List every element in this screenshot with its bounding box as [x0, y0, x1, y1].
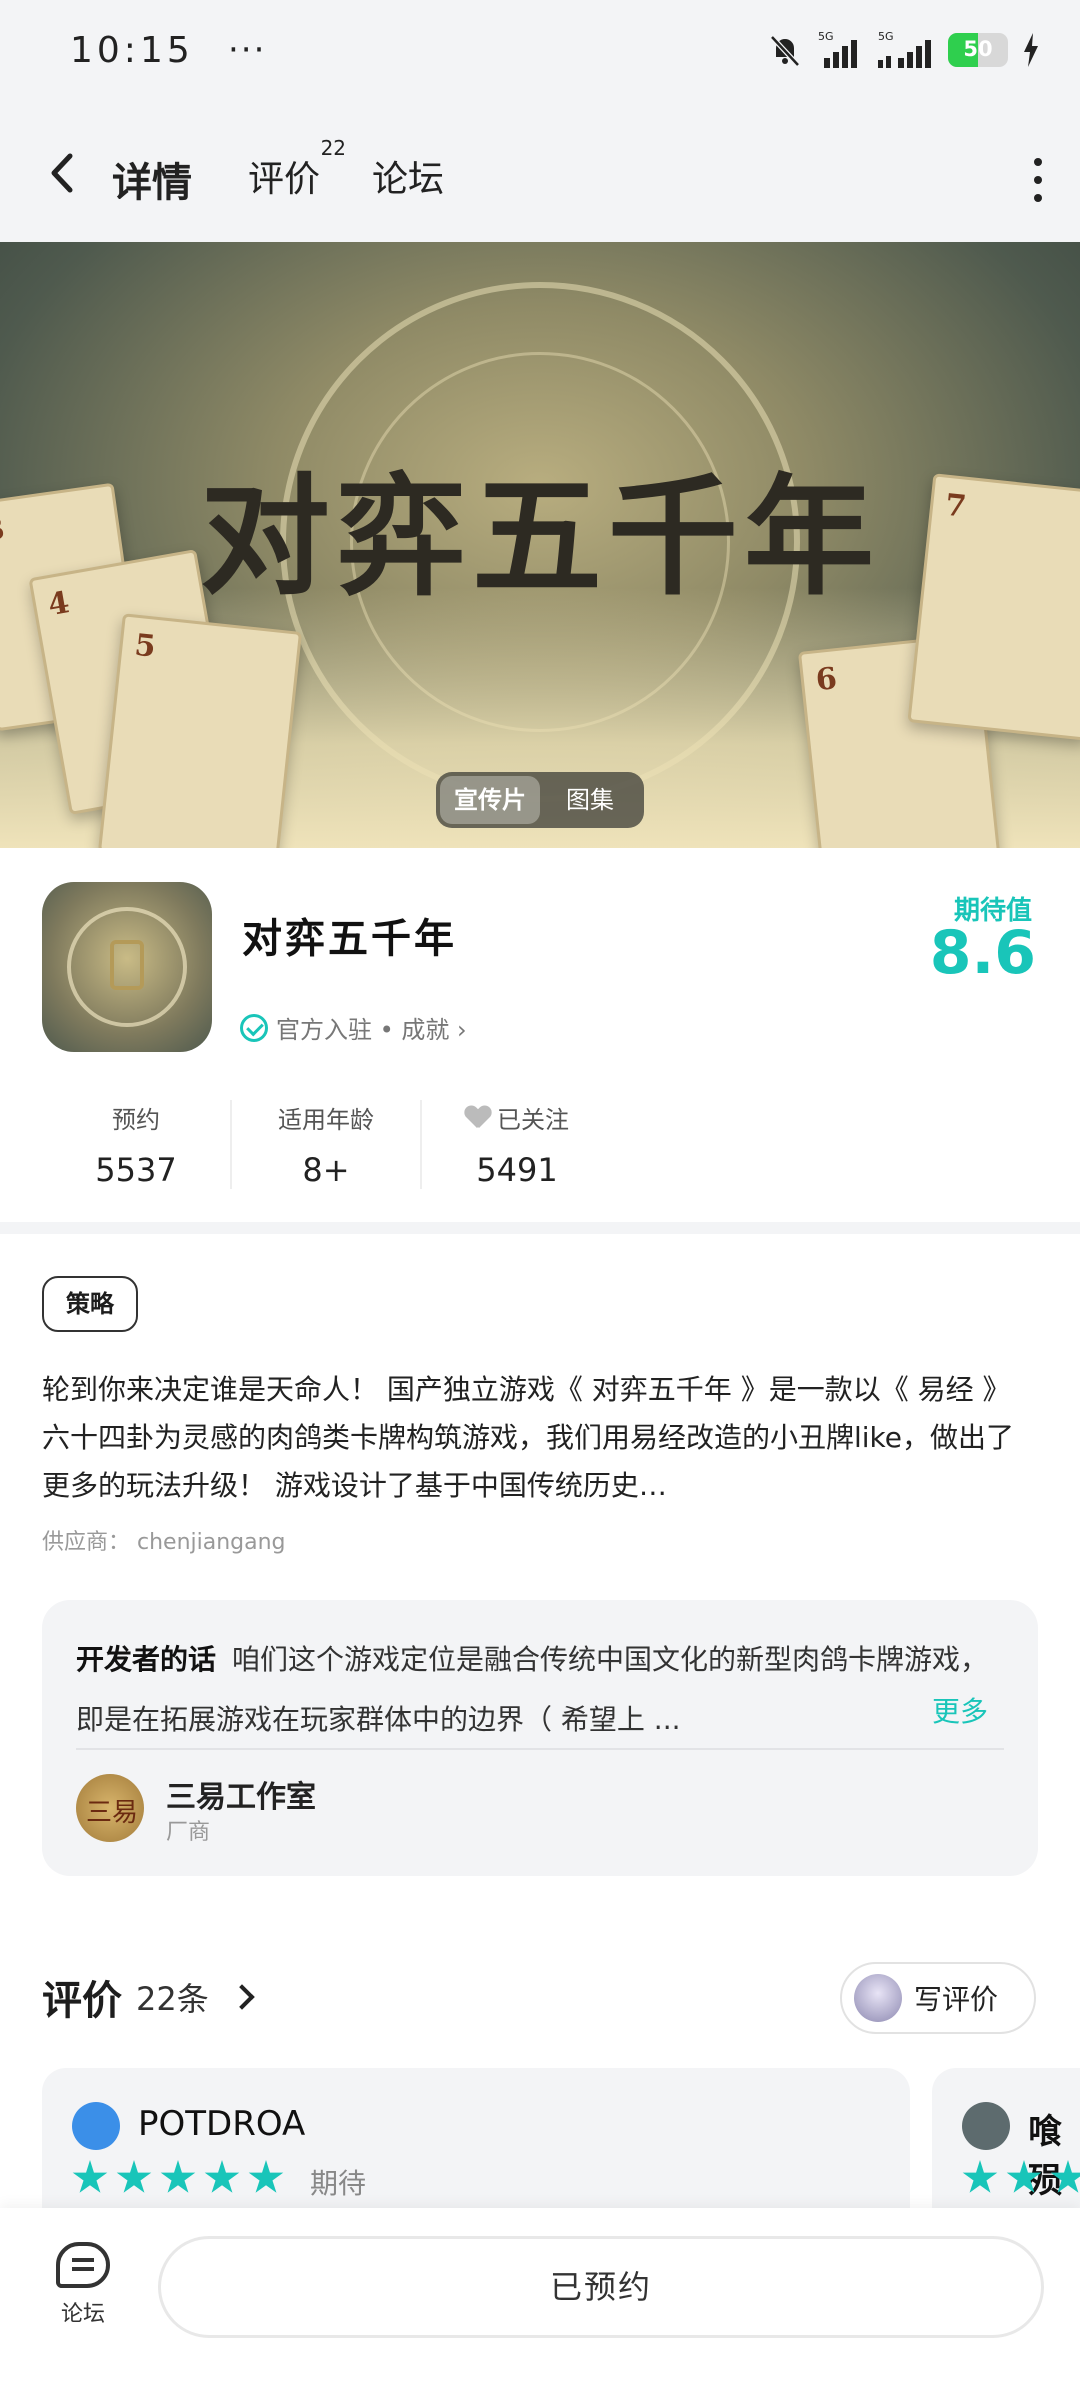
reserved-button[interactable]: 已预约 [158, 2236, 1044, 2338]
tab-details-label: 详情 [112, 160, 192, 206]
stat-value: 5491 [476, 1151, 558, 1189]
stat-label: 适用年龄 [278, 1106, 374, 1134]
game-icon [42, 882, 212, 1052]
game-description[interactable]: 轮到你来决定谁是天命人！ 国产独立游戏《 对弈五千年 》是一款以《 易经 》六十… [42, 1366, 1032, 1510]
game-stats: 预约 5537 适用年龄 8+ 已关注 5491 [42, 1100, 612, 1189]
stat-value: 8+ [302, 1151, 350, 1189]
developer-note-text: 开发者的话 咱们这个游戏定位是融合传统中国文化的新型肉鸽卡牌游戏，即是在拓展游戏在… [76, 1630, 1002, 1750]
heart-icon [465, 1106, 491, 1130]
studio-avatar[interactable]: 三易 [76, 1774, 144, 1842]
bottom-bar: 论坛 已预约 [0, 2208, 1080, 2401]
write-review-label: 写评价 [914, 1983, 999, 2016]
star-icon [248, 2160, 284, 2193]
stat-reservations: 预约 5537 [42, 1100, 232, 1189]
divider [76, 1748, 1004, 1750]
genre-tag[interactable]: 策略 [42, 1276, 138, 1332]
forum-label: 论坛 [60, 2302, 105, 2327]
review-status: 期待 [310, 2167, 367, 2200]
developer-note[interactable]: 开发者的话 咱们这个游戏定位是融合传统中国文化的新型肉鸽卡牌游戏，即是在拓展游戏在… [42, 1600, 1038, 1876]
star-icon [116, 2160, 152, 2193]
user-avatar [854, 1974, 902, 2022]
tab-details[interactable]: 详情 [106, 150, 198, 212]
rating-stars [962, 2160, 1080, 2196]
tab-reviews-label: 评价 [248, 159, 321, 200]
vendor-info: 供应商： chenjiangang [42, 1530, 286, 1555]
studio-avatar-text: 三易 [86, 1798, 139, 1828]
svg-text:5G: 5G [878, 30, 894, 43]
reviewer-avatar [962, 2102, 1010, 2150]
reviewer-name: POTDROA [138, 2104, 306, 2144]
stat-age: 适用年龄 8+ [232, 1100, 422, 1189]
stat-label: 预约 [112, 1106, 160, 1134]
stat-followed[interactable]: 已关注 5491 [422, 1100, 612, 1189]
studio-type: 厂商 [166, 1820, 211, 1845]
developer-note-heading: 开发者的话 [76, 1643, 217, 1676]
game-name: 对弈五千年 [242, 916, 457, 962]
forum-button[interactable]: 论坛 [48, 2242, 118, 2328]
reviews-count: 22条 [136, 1980, 209, 2018]
tab-reviews[interactable]: 评价 22 [248, 136, 346, 202]
star-icon [160, 2160, 196, 2193]
status-more-icon: ··· [228, 30, 267, 70]
more-options-icon[interactable] [1032, 158, 1044, 212]
reviewer-avatar [72, 2102, 120, 2150]
stat-label: 已关注 [497, 1106, 569, 1134]
more-link[interactable]: 更多 [921, 1690, 988, 1730]
official-badge-label: 官方入驻 • 成就 › [276, 1016, 467, 1044]
expect-score: 8.6 [929, 918, 1036, 988]
status-icons: 5G 5G 50 [766, 30, 1040, 70]
chevron-right-icon [229, 1984, 255, 2010]
stat-value: 5537 [95, 1151, 177, 1189]
star-icon [72, 2160, 108, 2193]
segment-gallery[interactable]: 图集 [540, 776, 640, 824]
forum-chat-icon [56, 2242, 110, 2288]
star-icon [962, 2160, 998, 2193]
signal-5g-icon: 5G [818, 30, 857, 68]
section-divider [0, 1222, 1080, 1234]
battery-icon: 50 [948, 33, 1008, 67]
tab-forum-label: 论坛 [372, 159, 445, 200]
back-arrow-icon[interactable] [40, 150, 86, 196]
reviews-title: 评价 [42, 1978, 122, 2024]
banner-title: 对弈五千年 [199, 460, 880, 613]
star-icon [1006, 2160, 1042, 2193]
reviews-header[interactable]: 评价 22条 [42, 1968, 255, 2026]
bell-muted-icon [770, 35, 800, 67]
official-badge[interactable]: 官方入驻 • 成就 › [240, 1010, 467, 1045]
top-nav: 详情 评价 22 论坛 [0, 110, 1080, 242]
svg-text:5G: 5G [818, 30, 834, 43]
media-switcher: 宣传片 图集 [436, 772, 644, 828]
star-icon [204, 2160, 240, 2193]
tab-forum[interactable]: 论坛 [372, 150, 444, 202]
segment-trailer[interactable]: 宣传片 [440, 776, 540, 824]
charging-icon [1024, 33, 1038, 67]
status-time: 10:15 [70, 30, 194, 71]
write-review-button[interactable]: 写评价 [840, 1962, 1036, 2034]
verified-check-icon [240, 1013, 268, 1042]
promo-banner[interactable]: 3 4 5 6 7 对弈五千年 宣传片 图集 [0, 242, 1080, 848]
tab-reviews-badge: 22 [320, 136, 347, 160]
star-icon [1050, 2160, 1080, 2193]
rating-stars [72, 2160, 284, 2196]
studio-name[interactable]: 三易工作室 [166, 1772, 316, 1816]
signal-5g-icon-2: 5G [878, 30, 931, 68]
banner-card: 5 [97, 613, 303, 848]
battery-level: 50 [963, 37, 993, 61]
status-bar: 10:15 ··· 5G 5G 50 [0, 0, 1080, 110]
